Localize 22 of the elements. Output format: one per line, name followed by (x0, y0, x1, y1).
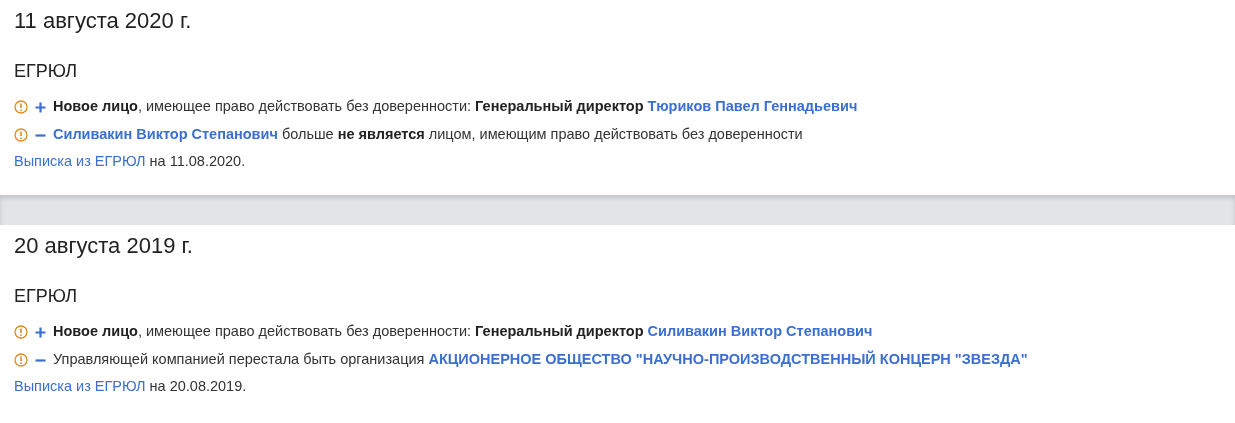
extract-link[interactable]: Выписка из ЕГРЮЛ (14, 153, 146, 170)
warning-icon (14, 100, 28, 114)
warning-icon (14, 353, 28, 367)
event-text: Управляющей компанией перестала быть организация АКЦИОНЕРНОЕ ОБЩЕСТВО "НАУЧНО-ПРОИЗВОДСТВЕННЫЙ КОНЦЕРН "ЗВЕЗДА" (53, 349, 1028, 370)
person-link[interactable]: Тюриков Павел Геннадьевич (647, 98, 858, 115)
date-heading: 20 августа 2019 г. (14, 232, 193, 260)
person-link[interactable]: Силивакин Виктор Степанович (647, 323, 873, 340)
source-heading: ЕГРЮЛ (14, 60, 77, 83)
warning-icon (14, 325, 28, 339)
plus-icon (35, 101, 46, 113)
extract-text: Выписка из ЕГРЮЛ на 20.08.2019. (14, 377, 247, 397)
event-text: Новое лицо, имеющее право действовать без доверенности: Генеральный директор Силивакин Виктор Степанович (53, 322, 873, 342)
date-heading: 11 августа 2020 г. (14, 7, 192, 35)
organization-link[interactable]: АКЦИОНЕРНОЕ ОБЩЕСТВО "НАУЧНО-ПРОИЗВОДСТВЕННЫЙ КОНЦЕРН "ЗВЕЗДА" (428, 351, 1028, 368)
source-heading: ЕГРЮЛ (14, 285, 77, 308)
event-text: Новое лицо, имеющее право действовать без доверенности: Генеральный директор Тюриков Павел Геннадьевич (53, 97, 858, 117)
extract-link[interactable]: Выписка из ЕГРЮЛ (14, 378, 146, 395)
extract-text: Выписка из ЕГРЮЛ на 11.08.2020. (14, 152, 246, 172)
warning-icon (14, 128, 28, 142)
plus-icon (35, 326, 46, 338)
event-text: Силивакин Виктор Степанович больше не является лицом, имеющим право действовать без доверенности (53, 125, 803, 145)
person-link[interactable]: Силивакин Виктор Степанович (53, 126, 278, 143)
